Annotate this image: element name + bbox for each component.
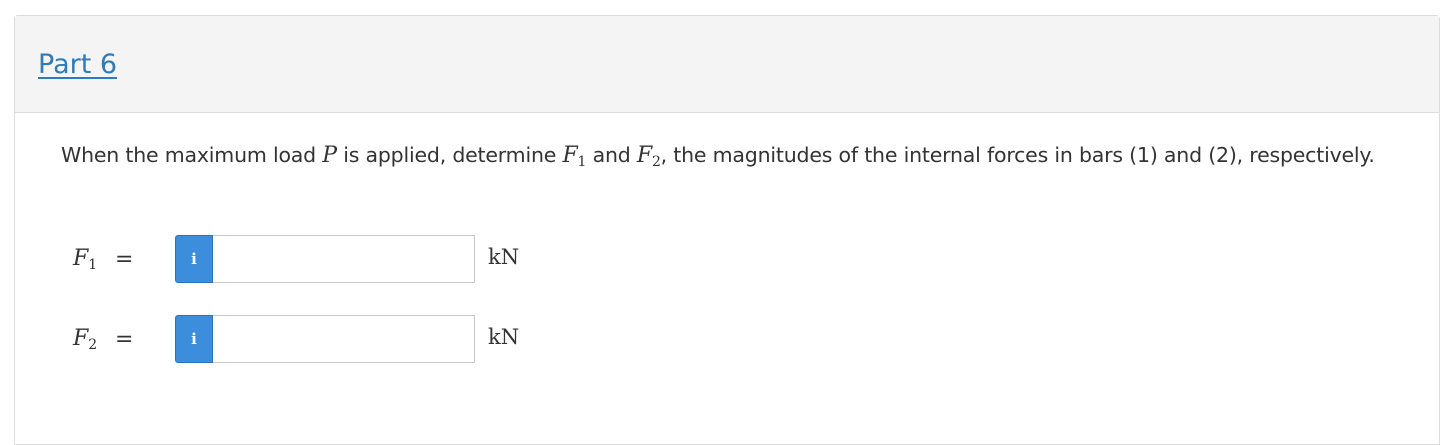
question-text-1: When the maximum load [61,143,323,167]
f2-label-letter: F [73,326,89,351]
f1-answer-input[interactable] [213,235,475,283]
variable-f1: F1 [562,143,587,170]
question-text-3: and [586,143,637,167]
f1-label: F1 [73,246,98,273]
f1-unit-label: kN [488,245,520,269]
variable-f1-subscript: 1 [577,154,587,170]
f1-label-letter: F [73,246,89,271]
f1-label-subscript: 1 [88,257,98,273]
part-header: Part 6 [15,16,1439,113]
f2-info-button[interactable]: i [175,315,213,363]
f1-equals-sign: = [115,247,134,272]
variable-f1-letter: F [562,143,578,168]
question-text-4: , the magnitudes of the internal forces … [660,143,1375,167]
f2-unit-label: kN [488,325,520,349]
variable-f2-subscript: 2 [651,154,661,170]
info-icon: i [191,250,197,268]
f2-label-subscript: 2 [88,337,98,353]
f2-answer-input[interactable] [213,315,475,363]
part-6-link[interactable]: Part 6 [38,49,117,80]
variable-f2-letter: F [636,143,652,168]
question-text: When the maximum load P is applied, dete… [61,143,1375,170]
info-icon: i [191,330,197,348]
question-panel: Part 6 When the maximum load P is applie… [14,15,1440,445]
question-text-2: is applied, determine [336,143,563,167]
f2-label: F2 [73,326,98,353]
f1-info-button[interactable]: i [175,235,213,283]
variable-f2: F2 [636,143,661,170]
variable-p: P [322,143,337,168]
f2-equals-sign: = [115,327,134,352]
